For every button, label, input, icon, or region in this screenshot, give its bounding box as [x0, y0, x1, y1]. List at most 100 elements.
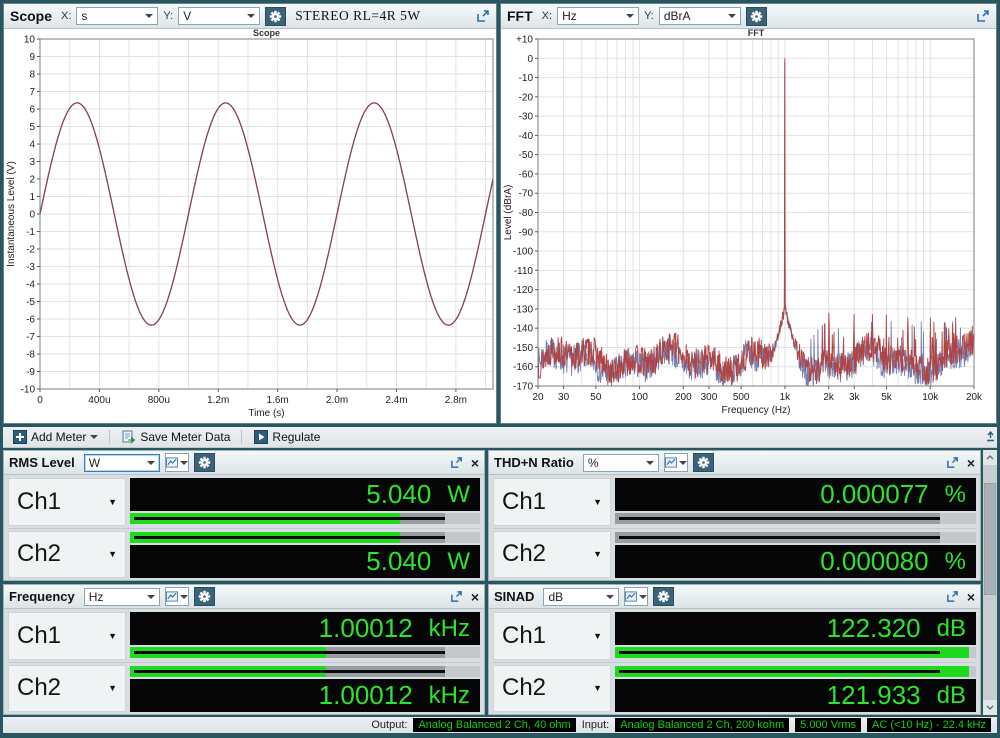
add-meter-button[interactable]: Add Meter	[7, 429, 103, 446]
level-bar	[615, 647, 976, 658]
channel-row: Ch2 ▼ 121.933 dB	[493, 662, 976, 713]
plus-icon	[12, 430, 27, 445]
expand-icon[interactable]	[946, 456, 959, 469]
scope-x-unit-select[interactable]: s	[76, 7, 158, 25]
svg-text:3k: 3k	[849, 392, 861, 403]
value-display: 0.000080 %	[615, 545, 976, 578]
svg-text:1k: 1k	[780, 392, 792, 403]
svg-text:-40: -40	[519, 131, 534, 142]
ch2-selector[interactable]: Ch2 ▼	[493, 531, 611, 579]
scope-panel: Scope X: s Y: V STEREO RL=4R 5W Scope-10…	[3, 3, 497, 424]
rms-unit-select[interactable]: W	[84, 454, 160, 472]
pin-toolbar-icon[interactable]	[982, 428, 998, 444]
scope-settings-button[interactable]	[265, 7, 286, 26]
thdn-ratio-meter-panel: THD+N Ratio % × Ch1 ▼	[488, 450, 981, 581]
svg-text:1.2m: 1.2m	[207, 395, 229, 406]
svg-text:2k: 2k	[823, 392, 835, 403]
svg-text:2.0m: 2.0m	[326, 395, 348, 406]
ch1-selector[interactable]: Ch1 ▼	[8, 612, 126, 660]
svg-text:1.6m: 1.6m	[267, 395, 289, 406]
expand-icon[interactable]	[450, 456, 463, 469]
svg-text:-60: -60	[519, 169, 534, 180]
ch2-selector[interactable]: Ch2 ▼	[493, 665, 611, 713]
scroll-up-icon[interactable]	[983, 450, 997, 465]
sinad-header: SINAD dB ×	[489, 585, 980, 609]
ch2-selector[interactable]: Ch2 ▼	[8, 665, 126, 713]
input-config-badge[interactable]: Analog Balanced 2 Ch, 200 kohm	[615, 718, 789, 732]
sinad-settings-button[interactable]	[653, 587, 674, 606]
show-graph-button[interactable]	[624, 587, 648, 606]
scrollbar-track[interactable]	[983, 465, 997, 700]
thdn-unit-select[interactable]: %	[583, 454, 659, 472]
frequency-unit-select[interactable]: Hz	[84, 588, 160, 606]
svg-text:-80: -80	[519, 208, 534, 219]
sinad-unit-select[interactable]: dB	[543, 588, 619, 606]
rms-settings-button[interactable]	[194, 453, 215, 472]
gear-icon	[198, 456, 211, 469]
scope-y-unit-select[interactable]: V	[178, 7, 260, 25]
fft-settings-button[interactable]	[746, 7, 767, 26]
svg-text:200: 200	[675, 392, 692, 403]
close-icon[interactable]: ×	[967, 590, 975, 604]
show-graph-button[interactable]	[165, 453, 189, 472]
fft-y-label: Y:	[644, 10, 654, 22]
svg-text:6: 6	[29, 105, 35, 116]
frequency-settings-button[interactable]	[194, 587, 215, 606]
svg-text:-7: -7	[26, 332, 35, 343]
play-icon	[253, 430, 268, 445]
save-meter-data-button[interactable]: Save Meter Data	[116, 429, 235, 446]
svg-text:-110: -110	[514, 266, 534, 277]
fft-x-unit-select[interactable]: Hz	[557, 7, 639, 25]
scope-plot-area[interactable]: Scope-10-9-8-7-6-5-4-3-2-101234567891004…	[4, 29, 496, 423]
input-level-badge[interactable]: 5.000 Vrms	[795, 718, 861, 732]
chevron-down-icon: ▼	[108, 631, 117, 641]
show-graph-button[interactable]	[664, 453, 688, 472]
scroll-down-icon[interactable]	[983, 700, 997, 715]
svg-text:5: 5	[29, 122, 35, 133]
chevron-down-icon	[147, 595, 155, 599]
svg-text:3: 3	[29, 157, 35, 168]
regulate-button[interactable]: Regulate	[248, 429, 325, 446]
scrollbar-thumb[interactable]	[984, 483, 996, 595]
close-icon[interactable]: ×	[967, 456, 975, 470]
chevron-down-icon: ▼	[108, 497, 117, 507]
fft-plot[interactable]: FFT-170-160-150-140-130-120-110-100-90-8…	[501, 29, 996, 423]
output-config-badge[interactable]: Analog Balanced 2 Ch, 40 ohm	[413, 718, 575, 732]
channel-row: Ch2 ▼ 1.00012 kHz	[8, 662, 480, 713]
svg-text:2: 2	[29, 175, 35, 186]
value-display: 0.000077 %	[615, 478, 976, 511]
svg-text:Frequency (Hz): Frequency (Hz)	[722, 405, 791, 416]
close-icon[interactable]: ×	[471, 590, 479, 604]
expand-icon[interactable]	[976, 9, 990, 23]
chevron-down-icon	[728, 14, 736, 18]
scope-plot[interactable]: Scope-10-9-8-7-6-5-4-3-2-101234567891004…	[4, 29, 496, 423]
svg-text:Scope: Scope	[253, 29, 280, 38]
value-display: 1.00012 kHz	[130, 679, 480, 712]
input-bandwidth-badge[interactable]: AC (<10 Hz) - 22.4 kHz	[867, 718, 991, 732]
svg-text:300: 300	[701, 392, 718, 403]
thdn-ratio-body: Ch1 ▼ 0.000077 % Ch2 ▼	[489, 475, 980, 580]
svg-text:1: 1	[29, 192, 35, 203]
svg-text:-160: -160	[513, 362, 533, 373]
ch1-selector[interactable]: Ch1 ▼	[493, 478, 611, 526]
meters-scrollbar[interactable]	[983, 450, 997, 715]
expand-icon[interactable]	[476, 9, 490, 23]
ch2-selector[interactable]: Ch2 ▼	[8, 531, 126, 579]
close-icon[interactable]: ×	[471, 456, 479, 470]
scope-x-label: X:	[61, 10, 71, 22]
chevron-down-icon: ▼	[108, 683, 117, 693]
thdn-ratio-header: THD+N Ratio % ×	[489, 451, 980, 475]
svg-text:0: 0	[29, 210, 35, 221]
svg-text:2.4m: 2.4m	[385, 395, 407, 406]
expand-icon[interactable]	[450, 590, 463, 603]
thdn-settings-button[interactable]	[693, 453, 714, 472]
show-graph-button[interactable]	[165, 587, 189, 606]
ch1-selector[interactable]: Ch1 ▼	[493, 612, 611, 660]
fft-y-unit-select[interactable]: dBrA	[659, 7, 741, 25]
expand-icon[interactable]	[946, 590, 959, 603]
ch1-selector[interactable]: Ch1 ▼	[8, 478, 126, 526]
value-display: 5.040 W	[130, 478, 480, 511]
svg-text:20: 20	[532, 392, 544, 403]
value-display: 121.933 dB	[615, 679, 976, 712]
fft-plot-area[interactable]: FFT-170-160-150-140-130-120-110-100-90-8…	[501, 29, 996, 423]
